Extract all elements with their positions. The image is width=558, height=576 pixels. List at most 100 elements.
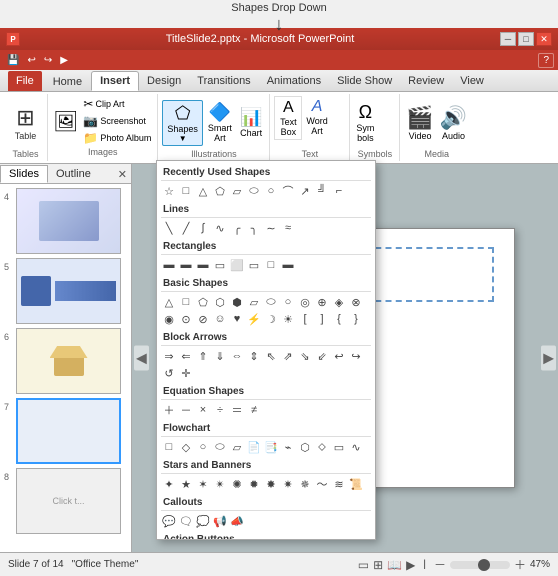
ba-diag-ul[interactable]: ⇖ xyxy=(263,348,279,364)
minimize-button[interactable]: ─ xyxy=(500,32,516,46)
shape-para[interactable]: ▱ xyxy=(229,183,245,199)
ba-diag-dr[interactable]: ⇘ xyxy=(297,348,313,364)
eq-plus[interactable]: ＋ xyxy=(161,402,177,418)
ba-diag-dl[interactable]: ⇙ xyxy=(314,348,330,364)
basic-target[interactable]: ◎ xyxy=(297,294,313,310)
help-button[interactable]: ? xyxy=(538,53,554,68)
fc-store[interactable]: ⌁ xyxy=(280,439,296,455)
photo-album-button[interactable]: 📁 Photo Album xyxy=(81,130,153,146)
basic-plus[interactable]: ⊕ xyxy=(314,294,330,310)
fc-multi-doc[interactable]: 📑 xyxy=(263,439,279,455)
ba-up[interactable]: ⇑ xyxy=(195,348,211,364)
basic-rect[interactable]: □ xyxy=(178,294,194,310)
basic-ring[interactable]: ⊙ xyxy=(178,311,194,327)
basic-sun[interactable]: ☀ xyxy=(280,311,296,327)
star-6[interactable]: ✶ xyxy=(195,476,211,492)
basic-brace-r[interactable]: } xyxy=(348,311,364,327)
tab-review[interactable]: Review xyxy=(400,71,452,91)
line-z2[interactable]: ∿ xyxy=(212,220,228,236)
line-curve1[interactable]: ╭ xyxy=(229,220,245,236)
tab-animations[interactable]: Animations xyxy=(259,71,329,91)
fc-start[interactable]: ○ xyxy=(195,439,211,455)
basic-bullseye[interactable]: ◉ xyxy=(161,311,177,327)
basic-heart[interactable]: ♥ xyxy=(229,311,245,327)
nav-arrow-right[interactable]: ▶ xyxy=(541,346,556,371)
ba-quad[interactable]: ✛ xyxy=(178,365,194,381)
ba-right[interactable]: ⇒ xyxy=(161,348,177,364)
nav-arrow-left[interactable]: ◀ xyxy=(134,346,149,371)
basic-smile[interactable]: ☺ xyxy=(212,311,228,327)
zoom-slider[interactable] xyxy=(450,561,510,569)
banner-wave2[interactable]: ≋ xyxy=(331,476,347,492)
basic-hex[interactable]: ⬡ xyxy=(212,294,228,310)
basic-circ[interactable]: ○ xyxy=(280,294,296,310)
shape-lshape[interactable]: ⌐ xyxy=(331,183,347,199)
star-burst3[interactable]: ✵ xyxy=(297,476,313,492)
basic-tri[interactable]: △ xyxy=(161,294,177,310)
slide-thumb-6[interactable]: 6 xyxy=(4,328,127,394)
shapes-button[interactable]: ⬠ Shapes ▼ xyxy=(162,100,203,146)
tab-outline[interactable]: Outline xyxy=(48,165,99,183)
tab-home[interactable]: Home xyxy=(44,71,91,91)
eq-equals[interactable]: ＝ xyxy=(229,402,245,418)
callout-round[interactable]: 🗨 xyxy=(178,513,194,529)
callout-rect[interactable]: 💬 xyxy=(161,513,177,529)
shape-corner[interactable]: ╝ xyxy=(314,183,330,199)
callout-line2[interactable]: 📣 xyxy=(229,513,245,529)
fc-process[interactable]: □ xyxy=(161,439,177,455)
smartart-button[interactable]: 🔷 Smart Art xyxy=(205,100,235,145)
basic-bracket-r[interactable]: ] xyxy=(314,311,330,327)
star-8[interactable]: ✴ xyxy=(212,476,228,492)
ba-left[interactable]: ⇐ xyxy=(178,348,194,364)
fc-manual-input[interactable]: ⬦ xyxy=(314,439,330,455)
eq-notequal[interactable]: ≠ xyxy=(246,402,262,418)
shape-star[interactable]: ☆ xyxy=(161,183,177,199)
basic-lightning[interactable]: ⚡ xyxy=(246,311,262,327)
tab-slides[interactable]: Slides xyxy=(0,165,48,183)
screenshot-button[interactable]: 📷 Screenshot xyxy=(81,113,153,129)
wordart-button[interactable]: A Word Art xyxy=(304,96,329,138)
view-reading-button[interactable]: 📖 xyxy=(387,558,402,572)
banner-wave1[interactable]: 〜 xyxy=(314,476,330,492)
eq-mult[interactable]: × xyxy=(195,402,211,418)
rect-5[interactable]: ⬜ xyxy=(229,257,245,273)
slide-thumb-4[interactable]: 4 xyxy=(4,188,127,254)
tab-view[interactable]: View xyxy=(452,71,492,91)
play-qa-button[interactable]: ▶ xyxy=(57,54,71,67)
line-curve2[interactable]: ╮ xyxy=(246,220,262,236)
basic-ell[interactable]: ⬭ xyxy=(263,294,279,310)
ba-down[interactable]: ⇓ xyxy=(212,348,228,364)
basic-oct[interactable]: ⬢ xyxy=(229,294,245,310)
redo-qa-button[interactable]: ↪ xyxy=(41,54,55,67)
line-dbl-wave[interactable]: ≈ xyxy=(280,220,296,236)
shapes-dropdown[interactable]: Recently Used Shapes ☆ □ △ ⬠ ▱ ⬭ ○ ⌒ ↗ ╝… xyxy=(156,160,376,540)
line-z1[interactable]: ∫ xyxy=(195,220,211,236)
fc-cylinder[interactable]: ⬭ xyxy=(212,439,228,455)
line-diag2[interactable]: ╱ xyxy=(178,220,194,236)
ba-ud[interactable]: ⇕ xyxy=(246,348,262,364)
slide-thumb-5[interactable]: 5 xyxy=(4,258,127,324)
fc-decision[interactable]: ◇ xyxy=(178,439,194,455)
zoom-out-button[interactable]: － xyxy=(434,556,446,573)
shape-pent[interactable]: ⬠ xyxy=(212,183,228,199)
star-16[interactable]: ✹ xyxy=(246,476,262,492)
line-wave[interactable]: ∼ xyxy=(263,220,279,236)
tab-design[interactable]: Design xyxy=(139,71,189,91)
fc-prep[interactable]: ⬡ xyxy=(297,439,313,455)
view-sorter-button[interactable]: ⊞ xyxy=(373,558,383,572)
save-qa-button[interactable]: 💾 xyxy=(4,54,22,67)
shape-arrow[interactable]: ↗ xyxy=(297,183,313,199)
star-burst2[interactable]: ✷ xyxy=(280,476,296,492)
basic-no[interactable]: ⊘ xyxy=(195,311,211,327)
rect-3[interactable]: ▬ xyxy=(195,257,211,273)
line-diag1[interactable]: ╲ xyxy=(161,220,177,236)
view-slideshow-button[interactable]: ▶ xyxy=(406,558,415,572)
fc-doc[interactable]: 📄 xyxy=(246,439,262,455)
textbox-button[interactable]: A Text Box xyxy=(274,96,302,140)
shape-circ[interactable]: ○ xyxy=(263,183,279,199)
clip-art-button[interactable]: ✂ Clip Art xyxy=(81,96,153,112)
basic-brace-l[interactable]: { xyxy=(331,311,347,327)
callout-cloud[interactable]: 💭 xyxy=(195,513,211,529)
ba-diag-ur[interactable]: ⇗ xyxy=(280,348,296,364)
symbols-button[interactable]: Ω Sym bols xyxy=(354,100,376,145)
